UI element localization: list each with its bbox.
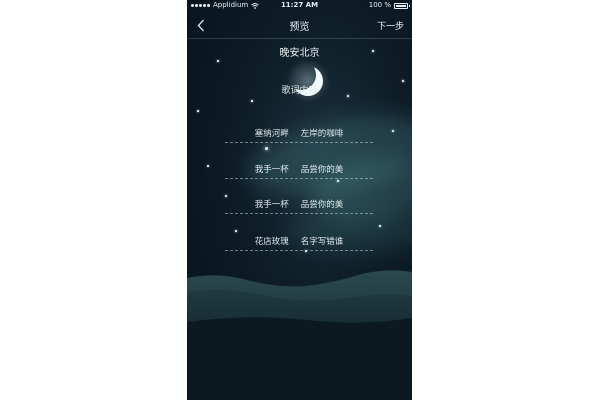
nav-bar: 预览 下一步 [187, 12, 412, 39]
lyric-left: 花店玫瑰 [254, 237, 289, 247]
lyric-left: 我手一杯 [254, 200, 289, 210]
lyrics-content-label: 歌词内容 [281, 86, 318, 96]
next-step-button[interactable]: 下一步 [377, 19, 404, 32]
crescent-moon-icon [285, 58, 331, 104]
lyric-line[interactable]: 我手一杯 品尝你的美 [225, 162, 373, 179]
star [379, 225, 381, 227]
lyric-line[interactable]: 我手一杯 品尝你的美 [225, 197, 373, 214]
lyric-right: 品尝你的美 [300, 165, 344, 175]
star [265, 147, 268, 150]
lyric-right: 品尝你的美 [300, 200, 344, 210]
star [402, 80, 404, 82]
status-right: 100 % [368, 0, 410, 11]
battery-percent: 100 % [368, 1, 391, 9]
lyric-right: 名字写错谁 [300, 237, 344, 247]
star [197, 110, 199, 112]
star [217, 60, 219, 62]
lyric-left: 我手一杯 [254, 165, 289, 175]
battery-icon [394, 2, 410, 9]
desert-landscape [187, 270, 412, 400]
star [392, 130, 394, 132]
star [337, 180, 339, 182]
lyric-left: 塞纳河畔 [254, 129, 289, 139]
status-bar: Applidium 11:27 AM 100 % [187, 0, 412, 11]
lyric-line[interactable]: 塞纳河畔 左岸的咖啡 [225, 126, 373, 143]
star [251, 100, 253, 102]
lyric-line[interactable]: 花店玫瑰 名字写错谁 [225, 234, 373, 251]
star [207, 165, 209, 167]
preview-screen: Applidium 11:27 AM 100 % 预览 下一步 晚安北京 歌词内… [187, 0, 412, 400]
song-title: 晚安北京 [279, 48, 320, 59]
lyric-right: 左岸的咖啡 [300, 129, 344, 139]
star [235, 230, 237, 232]
